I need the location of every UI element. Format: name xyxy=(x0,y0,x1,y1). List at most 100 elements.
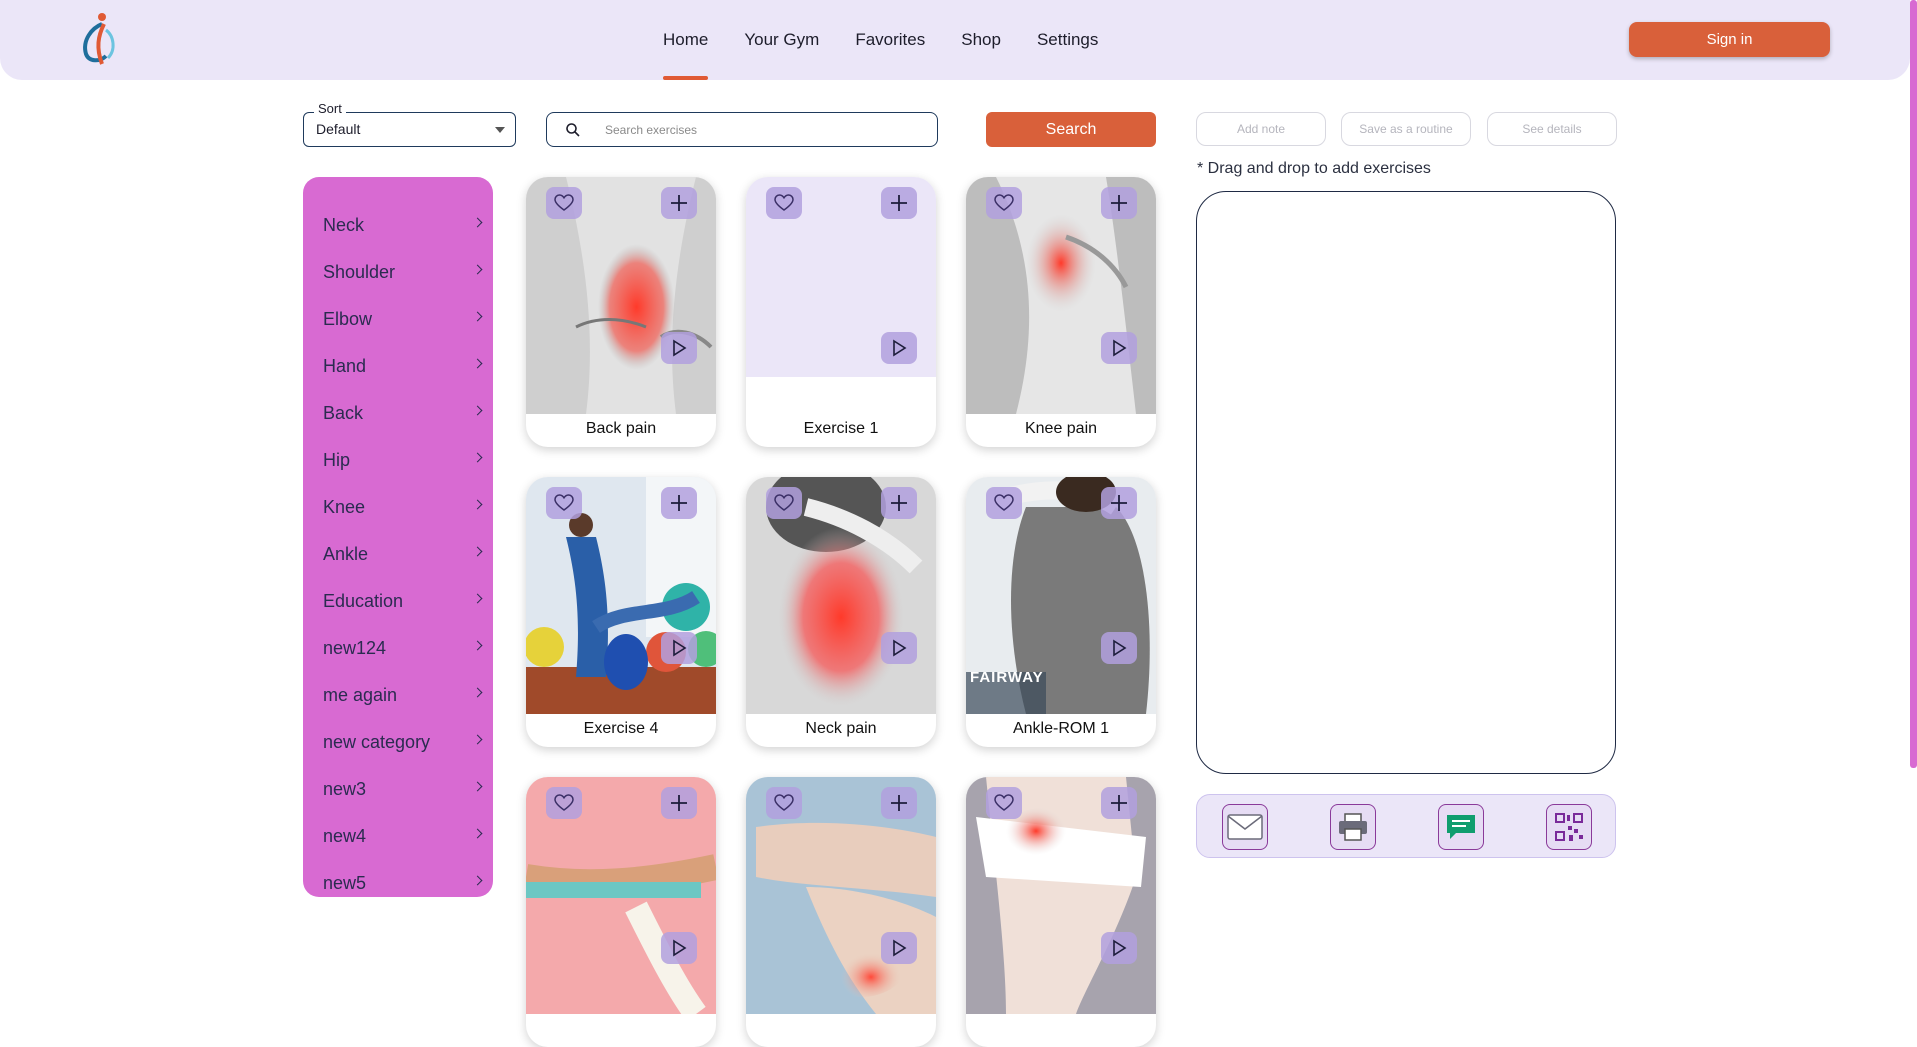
sidebar-item-hand[interactable]: Hand xyxy=(303,343,493,390)
play-icon[interactable] xyxy=(1101,332,1137,364)
sidebar-item-new124[interactable]: new124 xyxy=(303,625,493,672)
nav-home[interactable]: Home xyxy=(652,0,719,80)
sort-value: Default xyxy=(316,121,361,137)
sidebar-item-ankle[interactable]: Ankle xyxy=(303,531,493,578)
heart-icon[interactable] xyxy=(546,787,582,819)
printer-icon[interactable] xyxy=(1330,804,1376,850)
sort-select[interactable]: Sort Default xyxy=(303,101,516,147)
heart-icon[interactable] xyxy=(986,187,1022,219)
sign-in-button[interactable]: Sign in xyxy=(1629,22,1830,57)
play-icon[interactable] xyxy=(661,632,697,664)
play-icon[interactable] xyxy=(881,932,917,964)
chevron-right-icon xyxy=(472,499,483,510)
sidebar-item-label: new5 xyxy=(323,873,367,893)
chevron-right-icon xyxy=(472,734,483,745)
plus-icon[interactable] xyxy=(881,187,917,219)
mail-icon[interactable] xyxy=(1222,804,1268,850)
heart-icon[interactable] xyxy=(766,187,802,219)
save-routine-button[interactable]: Save as a routine xyxy=(1341,112,1471,146)
exercise-title xyxy=(746,1014,936,1047)
see-details-button[interactable]: See details xyxy=(1487,112,1617,146)
sidebar-item-label: Neck xyxy=(323,215,365,235)
heart-icon[interactable] xyxy=(546,187,582,219)
nav-shop[interactable]: Shop xyxy=(950,0,1012,80)
search-button[interactable]: Search xyxy=(986,112,1156,147)
play-icon[interactable] xyxy=(1101,632,1137,664)
heart-icon[interactable] xyxy=(766,487,802,519)
sidebar-item-shoulder[interactable]: Shoulder xyxy=(303,249,493,296)
plus-icon[interactable] xyxy=(881,487,917,519)
exercise-card[interactable]: Back pain xyxy=(526,177,716,447)
drag-drop-hint: * Drag and drop to add exercises xyxy=(1197,160,1431,177)
sidebar-item-new-category[interactable]: new category xyxy=(303,719,493,766)
plus-icon[interactable] xyxy=(1101,187,1137,219)
routine-drop-area[interactable] xyxy=(1196,191,1616,774)
heart-icon[interactable] xyxy=(546,487,582,519)
sidebar-item-new5[interactable]: new5 xyxy=(303,860,493,897)
nav-your-gym[interactable]: Your Gym xyxy=(733,0,830,80)
play-icon[interactable] xyxy=(881,632,917,664)
sidebar-item-knee[interactable]: Knee xyxy=(303,484,493,531)
play-icon[interactable] xyxy=(661,332,697,364)
chevron-right-icon xyxy=(472,546,483,557)
sidebar-item-label: Ankle xyxy=(323,544,369,564)
play-icon[interactable] xyxy=(1101,932,1137,964)
person-logo-icon[interactable] xyxy=(74,10,124,68)
qr-code-icon[interactable] xyxy=(1546,804,1592,850)
sidebar-item-elbow[interactable]: Elbow xyxy=(303,296,493,343)
search-icon xyxy=(566,123,580,137)
exercise-card[interactable] xyxy=(966,777,1156,1047)
plus-icon[interactable] xyxy=(1101,487,1137,519)
sidebar-item-label: me again xyxy=(323,685,398,705)
sidebar-item-label: Hand xyxy=(323,356,367,376)
exercise-card[interactable]: Knee pain xyxy=(966,177,1156,447)
exercise-title: Neck pain xyxy=(805,720,877,737)
search-input[interactable] xyxy=(605,119,925,141)
exercise-title: Exercise 1 xyxy=(803,420,879,437)
plus-icon[interactable] xyxy=(661,487,697,519)
sidebar-item-label: Hip xyxy=(323,450,351,470)
exercise-card[interactable] xyxy=(526,777,716,1047)
sidebar-item-neck[interactable]: Neck xyxy=(303,202,493,249)
sidebar-item-me-again[interactable]: me again xyxy=(303,672,493,719)
message-icon[interactable] xyxy=(1438,804,1484,850)
heart-icon[interactable] xyxy=(766,787,802,819)
add-note-button[interactable]: Add note xyxy=(1196,112,1326,146)
chevron-right-icon xyxy=(472,358,483,369)
sidebar-item-new4[interactable]: new4 xyxy=(303,813,493,860)
heart-icon[interactable] xyxy=(986,487,1022,519)
nav-favorites[interactable]: Favorites xyxy=(844,0,936,80)
sidebar-item-hip[interactable]: Hip xyxy=(303,437,493,484)
exercise-card[interactable]: Exercise 4 xyxy=(526,477,716,747)
chevron-right-icon xyxy=(472,311,483,322)
chevron-right-icon xyxy=(472,640,483,651)
heart-icon[interactable] xyxy=(986,787,1022,819)
sidebar-item-education[interactable]: Education xyxy=(303,578,493,625)
exercise-card[interactable]: FAIRWAY Ankle-ROM 1 xyxy=(966,477,1156,747)
exercise-card[interactable]: Exercise 1 xyxy=(746,177,936,447)
exercise-card[interactable] xyxy=(746,777,936,1047)
exercise-card[interactable]: Neck pain xyxy=(746,477,936,747)
exercise-title xyxy=(966,1014,1156,1047)
plus-icon[interactable] xyxy=(1101,787,1137,819)
plus-icon[interactable] xyxy=(661,787,697,819)
sidebar-item-label: Education xyxy=(323,591,404,611)
sidebar-item-label: new category xyxy=(323,732,431,752)
play-icon[interactable] xyxy=(661,932,697,964)
nav-settings[interactable]: Settings xyxy=(1026,0,1109,80)
sidebar-item-label: Shoulder xyxy=(323,262,396,282)
exercise-title: Back pain xyxy=(585,420,657,437)
main-nav: Home Your Gym Favorites Shop Settings xyxy=(652,0,1123,80)
page-scrollbar[interactable] xyxy=(1910,0,1917,768)
sidebar-item-label: new4 xyxy=(323,826,367,846)
search-field xyxy=(546,112,938,147)
sidebar-item-label: new3 xyxy=(323,779,367,799)
sidebar-item-new3[interactable]: new3 xyxy=(303,766,493,813)
sidebar-item-back[interactable]: Back xyxy=(303,390,493,437)
sidebar-item-label: Back xyxy=(323,403,364,423)
plus-icon[interactable] xyxy=(881,787,917,819)
play-icon[interactable] xyxy=(881,332,917,364)
plus-icon[interactable] xyxy=(661,187,697,219)
sidebar-item-label: new124 xyxy=(323,638,387,658)
chevron-right-icon xyxy=(472,264,483,275)
